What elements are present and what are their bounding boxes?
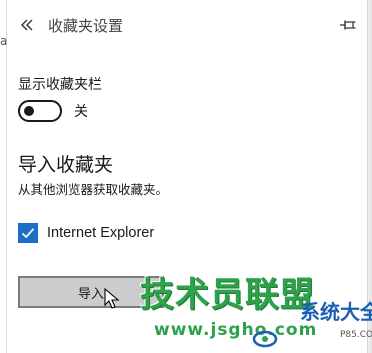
mouse-pointer-icon xyxy=(104,288,120,309)
watermark-logo-icon xyxy=(252,330,278,348)
left-window-edge: a xyxy=(0,0,7,353)
panel-title: 收藏夹设置 xyxy=(48,16,124,35)
back-button[interactable] xyxy=(14,12,40,38)
favorites-bar-toggle-row: 关 xyxy=(18,100,88,122)
watermark-title: 技术员联盟 xyxy=(140,275,315,315)
pin-button[interactable] xyxy=(336,14,360,36)
toggle-state-label: 关 xyxy=(74,104,88,120)
pin-icon xyxy=(340,20,356,30)
favorites-bar-toggle[interactable] xyxy=(18,100,62,122)
internet-explorer-checkbox[interactable] xyxy=(18,223,38,243)
favorites-settings-panel: a 收藏夹设置 显示收藏夹栏 关 导入收藏夹 从其他浏览器获取收藏夹。 Inte… xyxy=(0,0,372,353)
checkmark-icon xyxy=(21,228,35,239)
watermark-site-name: 系统大全 xyxy=(300,300,372,324)
import-favorites-heading: 导入收藏夹 xyxy=(18,154,114,176)
panel-header: 收藏夹设置 xyxy=(14,10,364,40)
left-edge-glyph: a xyxy=(0,34,8,48)
browser-option-internet-explorer[interactable]: Internet Explorer xyxy=(18,222,154,244)
import-favorites-description: 从其他浏览器获取收藏夹。 xyxy=(18,182,169,197)
double-chevron-left-icon xyxy=(21,19,33,31)
toggle-knob xyxy=(24,106,34,116)
watermark-url: www.jsgho.com xyxy=(154,320,318,340)
watermark-code: P85.COM xyxy=(340,330,372,340)
internet-explorer-label: Internet Explorer xyxy=(47,225,155,241)
show-favorites-bar-label: 显示收藏夹栏 xyxy=(18,77,102,93)
